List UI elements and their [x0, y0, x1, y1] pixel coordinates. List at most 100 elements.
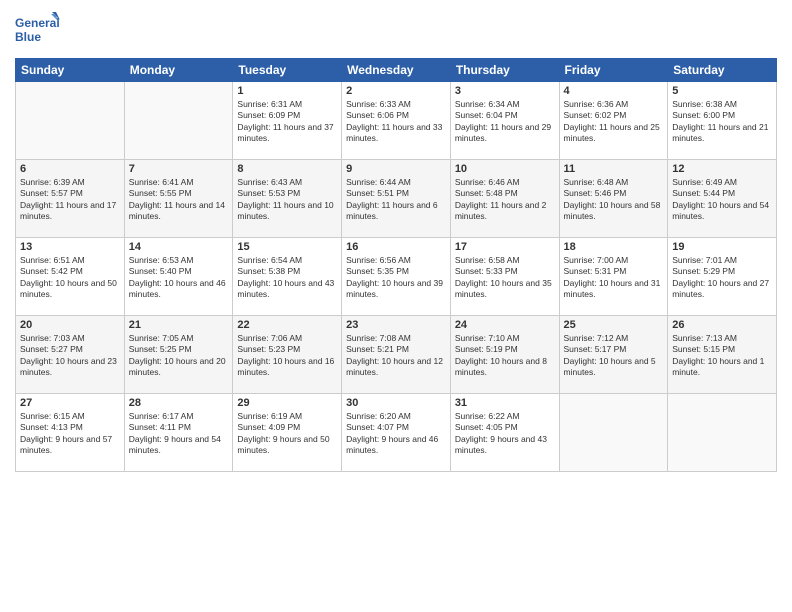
day-number: 5 [672, 85, 772, 97]
calendar-cell: 31 Sunrise: 6:22 AM Sunset: 4:05 PM Dayli… [450, 394, 559, 472]
calendar-row: 6Sunrise: 6:39 AM Sunset: 5:57 PM Daylig… [16, 160, 777, 238]
day-number: 24 [455, 319, 555, 331]
calendar-cell: 30 Sunrise: 6:20 AM Sunset: 4:07 PM Dayli… [342, 394, 451, 472]
weekday-header: Friday [559, 59, 668, 82]
day-info: Sunrise: 7:01 AM Sunset: 5:29 PM Dayligh… [672, 255, 772, 301]
calendar-cell: 11Sunrise: 6:48 AM Sunset: 5:46 PM Dayli… [559, 160, 668, 238]
day-info: Sunrise: 7:06 AM Sunset: 5:23 PM Dayligh… [237, 333, 337, 379]
calendar-table: SundayMondayTuesdayWednesdayThursdayFrid… [15, 58, 777, 472]
day-number: 2 [346, 85, 446, 97]
day-number: 3 [455, 85, 555, 97]
day-info: Sunrise: 6:44 AM Sunset: 5:51 PM Dayligh… [346, 177, 446, 223]
day-info: Sunrise: 6:54 AM Sunset: 5:38 PM Dayligh… [237, 255, 337, 301]
day-number: 23 [346, 319, 446, 331]
day-info: Sunrise: 6:43 AM Sunset: 5:53 PM Dayligh… [237, 177, 337, 223]
day-number: 22 [237, 319, 337, 331]
calendar-cell: 7Sunrise: 6:41 AM Sunset: 5:55 PM Daylig… [124, 160, 233, 238]
calendar-cell: 28 Sunrise: 6:17 AM Sunset: 4:11 PM Dayli… [124, 394, 233, 472]
calendar-cell: 12Sunrise: 6:49 AM Sunset: 5:44 PM Dayli… [668, 160, 777, 238]
day-info: Sunrise: 7:08 AM Sunset: 5:21 PM Dayligh… [346, 333, 446, 379]
svg-text:General: General [15, 16, 60, 30]
calendar-cell: 9 Sunrise: 6:44 AM Sunset: 5:51 PM Daylig… [342, 160, 451, 238]
day-info: Sunrise: 6:56 AM Sunset: 5:35 PM Dayligh… [346, 255, 446, 301]
weekday-header: Sunday [16, 59, 125, 82]
weekday-header: Monday [124, 59, 233, 82]
calendar-cell [668, 394, 777, 472]
day-info: Sunrise: 6:38 AM Sunset: 6:00 PM Dayligh… [672, 99, 772, 145]
day-number: 21 [129, 319, 229, 331]
calendar-cell: 2 Sunrise: 6:33 AM Sunset: 6:06 PM Daylig… [342, 82, 451, 160]
calendar-cell: 18 Sunrise: 7:00 AM Sunset: 5:31 PM Dayli… [559, 238, 668, 316]
day-number: 20 [20, 319, 120, 331]
day-number: 28 [129, 397, 229, 409]
calendar-row: 1Sunrise: 6:31 AM Sunset: 6:09 PM Daylig… [16, 82, 777, 160]
day-number: 14 [129, 241, 229, 253]
calendar-cell: 8 Sunrise: 6:43 AM Sunset: 5:53 PM Daylig… [233, 160, 342, 238]
day-number: 27 [20, 397, 120, 409]
day-info: Sunrise: 6:46 AM Sunset: 5:48 PM Dayligh… [455, 177, 555, 223]
day-number: 10 [455, 163, 555, 175]
day-number: 7 [129, 163, 229, 175]
day-number: 19 [672, 241, 772, 253]
svg-text:Blue: Blue [15, 30, 41, 44]
day-info: Sunrise: 6:22 AM Sunset: 4:05 PM Dayligh… [455, 411, 555, 457]
calendar-cell: 20 Sunrise: 7:03 AM Sunset: 5:27 PM Dayli… [16, 316, 125, 394]
calendar-cell: 10 Sunrise: 6:46 AM Sunset: 5:48 PM Dayli… [450, 160, 559, 238]
calendar-cell: 24 Sunrise: 7:10 AM Sunset: 5:19 PM Dayli… [450, 316, 559, 394]
day-number: 17 [455, 241, 555, 253]
day-number: 25 [564, 319, 664, 331]
day-info: Sunrise: 7:13 AM Sunset: 5:15 PM Dayligh… [672, 333, 772, 379]
day-number: 4 [564, 85, 664, 97]
calendar-cell: 6Sunrise: 6:39 AM Sunset: 5:57 PM Daylig… [16, 160, 125, 238]
logo-container: General Blue [15, 10, 60, 50]
calendar-cell: 29 Sunrise: 6:19 AM Sunset: 4:09 PM Dayli… [233, 394, 342, 472]
logo: General Blue [15, 10, 60, 50]
day-info: Sunrise: 6:20 AM Sunset: 4:07 PM Dayligh… [346, 411, 446, 457]
day-info: Sunrise: 7:12 AM Sunset: 5:17 PM Dayligh… [564, 333, 664, 379]
day-number: 9 [346, 163, 446, 175]
day-info: Sunrise: 6:36 AM Sunset: 6:02 PM Dayligh… [564, 99, 664, 145]
day-info: Sunrise: 6:53 AM Sunset: 5:40 PM Dayligh… [129, 255, 229, 301]
calendar-cell: 22 Sunrise: 7:06 AM Sunset: 5:23 PM Dayli… [233, 316, 342, 394]
day-info: Sunrise: 6:51 AM Sunset: 5:42 PM Dayligh… [20, 255, 120, 301]
day-info: Sunrise: 7:00 AM Sunset: 5:31 PM Dayligh… [564, 255, 664, 301]
day-number: 8 [237, 163, 337, 175]
day-info: Sunrise: 6:31 AM Sunset: 6:09 PM Dayligh… [237, 99, 337, 145]
calendar-cell [16, 82, 125, 160]
day-number: 26 [672, 319, 772, 331]
day-number: 31 [455, 397, 555, 409]
weekday-header: Tuesday [233, 59, 342, 82]
day-info: Sunrise: 6:17 AM Sunset: 4:11 PM Dayligh… [129, 411, 229, 457]
day-info: Sunrise: 6:34 AM Sunset: 6:04 PM Dayligh… [455, 99, 555, 145]
day-number: 11 [564, 163, 664, 175]
day-info: Sunrise: 6:15 AM Sunset: 4:13 PM Dayligh… [20, 411, 120, 457]
day-info: Sunrise: 6:19 AM Sunset: 4:09 PM Dayligh… [237, 411, 337, 457]
calendar-cell: 15 Sunrise: 6:54 AM Sunset: 5:38 PM Dayli… [233, 238, 342, 316]
calendar-cell: 23 Sunrise: 7:08 AM Sunset: 5:21 PM Dayli… [342, 316, 451, 394]
day-number: 13 [20, 241, 120, 253]
day-number: 15 [237, 241, 337, 253]
calendar-cell: 4 Sunrise: 6:36 AM Sunset: 6:02 PM Daylig… [559, 82, 668, 160]
day-number: 30 [346, 397, 446, 409]
calendar-cell: 3 Sunrise: 6:34 AM Sunset: 6:04 PM Daylig… [450, 82, 559, 160]
calendar-cell: 16Sunrise: 6:56 AM Sunset: 5:35 PM Dayli… [342, 238, 451, 316]
calendar-cell: 1Sunrise: 6:31 AM Sunset: 6:09 PM Daylig… [233, 82, 342, 160]
day-info: Sunrise: 7:10 AM Sunset: 5:19 PM Dayligh… [455, 333, 555, 379]
day-info: Sunrise: 7:03 AM Sunset: 5:27 PM Dayligh… [20, 333, 120, 379]
day-info: Sunrise: 6:58 AM Sunset: 5:33 PM Dayligh… [455, 255, 555, 301]
weekday-header: Thursday [450, 59, 559, 82]
header: General Blue [15, 10, 777, 50]
calendar-row: 13 Sunrise: 6:51 AM Sunset: 5:42 PM Dayli… [16, 238, 777, 316]
day-info: Sunrise: 6:49 AM Sunset: 5:44 PM Dayligh… [672, 177, 772, 223]
calendar-cell: 21Sunrise: 7:05 AM Sunset: 5:25 PM Dayli… [124, 316, 233, 394]
day-number: 29 [237, 397, 337, 409]
calendar-cell: 19 Sunrise: 7:01 AM Sunset: 5:29 PM Dayli… [668, 238, 777, 316]
calendar-cell: 26 Sunrise: 7:13 AM Sunset: 5:15 PM Dayli… [668, 316, 777, 394]
day-info: Sunrise: 6:33 AM Sunset: 6:06 PM Dayligh… [346, 99, 446, 145]
weekday-header: Saturday [668, 59, 777, 82]
main-container: General Blue SundayMondayTuesdayWednesda… [0, 0, 792, 477]
day-number: 18 [564, 241, 664, 253]
weekday-header-row: SundayMondayTuesdayWednesdayThursdayFrid… [16, 59, 777, 82]
calendar-cell [559, 394, 668, 472]
logo-svg: General Blue [15, 10, 60, 50]
